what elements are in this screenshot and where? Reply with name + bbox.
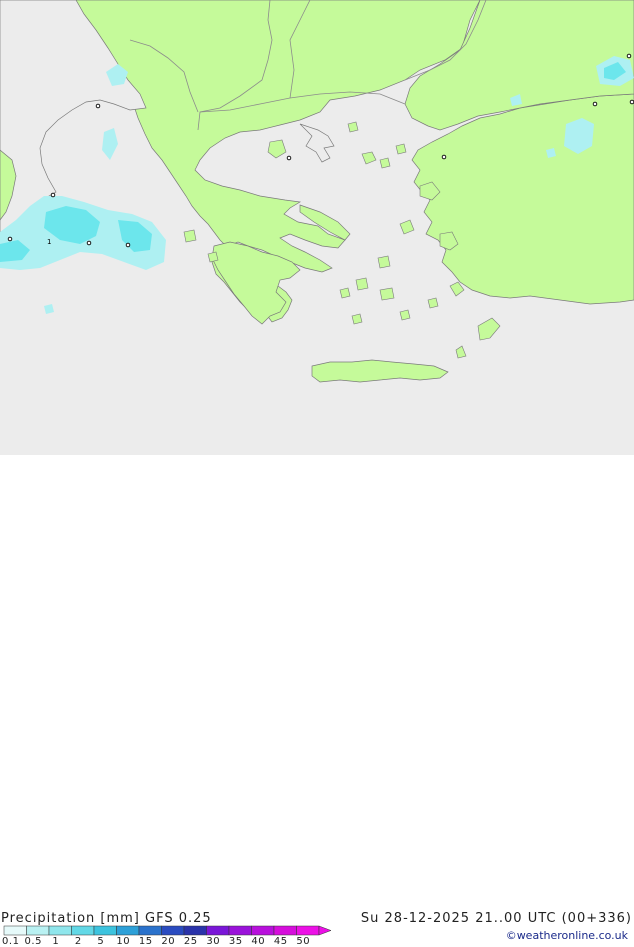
legend-tick-label: 10	[116, 936, 131, 947]
legend-tick-label: 30	[206, 936, 221, 947]
credit-link[interactable]: ©weatheronline.co.uk	[506, 929, 628, 942]
legend-tick-label: 5	[97, 936, 105, 947]
legend-swatch	[48, 925, 72, 936]
city-marker	[95, 103, 101, 109]
legend-tick-label: 15	[138, 936, 153, 947]
city-marker	[86, 240, 92, 246]
city-marker	[125, 242, 131, 248]
legend-swatch	[251, 925, 275, 936]
legend-swatch	[183, 925, 207, 936]
map-title: Precipitation [mm] GFS 0.25	[1, 911, 212, 926]
city-marker	[50, 192, 56, 198]
legend-swatch	[273, 925, 297, 936]
legend-tick-label: 0.5	[24, 936, 42, 947]
city-marker	[629, 99, 634, 105]
legend-panel: Precipitation [mm] GFS 0.25 Su 28-12-202…	[0, 455, 634, 947]
legend-tick-label: 1	[52, 936, 60, 947]
legend-tick-label: 35	[228, 936, 243, 947]
grid-value-label: 1	[47, 238, 51, 246]
city-marker	[626, 53, 632, 59]
city-marker	[441, 154, 447, 160]
map-datetime: Su 28-12-2025 21..00 UTC (00+336)	[360, 911, 632, 926]
city-marker	[7, 236, 13, 242]
legend-tick-label: 0.1	[2, 936, 20, 947]
city-marker	[592, 101, 598, 107]
legend-tick-label: 2	[74, 936, 82, 947]
legend-swatch	[3, 925, 27, 936]
legend-arrow	[318, 925, 332, 936]
legend-swatch	[26, 925, 50, 936]
legend-tick-label: 50	[296, 936, 311, 947]
legend-swatch	[71, 925, 95, 936]
legend-swatch	[116, 925, 140, 936]
legend-tick-label: 40	[251, 936, 266, 947]
legend-swatch	[228, 925, 252, 936]
legend-tick-label: 20	[161, 936, 176, 947]
city-marker	[286, 155, 292, 161]
legend-swatch	[206, 925, 230, 936]
precipitation-map: 1	[0, 0, 634, 455]
legend-tick-label: 25	[183, 936, 198, 947]
legend-tick-label: 45	[273, 936, 288, 947]
legend-swatch	[296, 925, 320, 936]
legend-swatch	[138, 925, 162, 936]
legend-swatch	[161, 925, 185, 936]
legend-swatch	[93, 925, 117, 936]
